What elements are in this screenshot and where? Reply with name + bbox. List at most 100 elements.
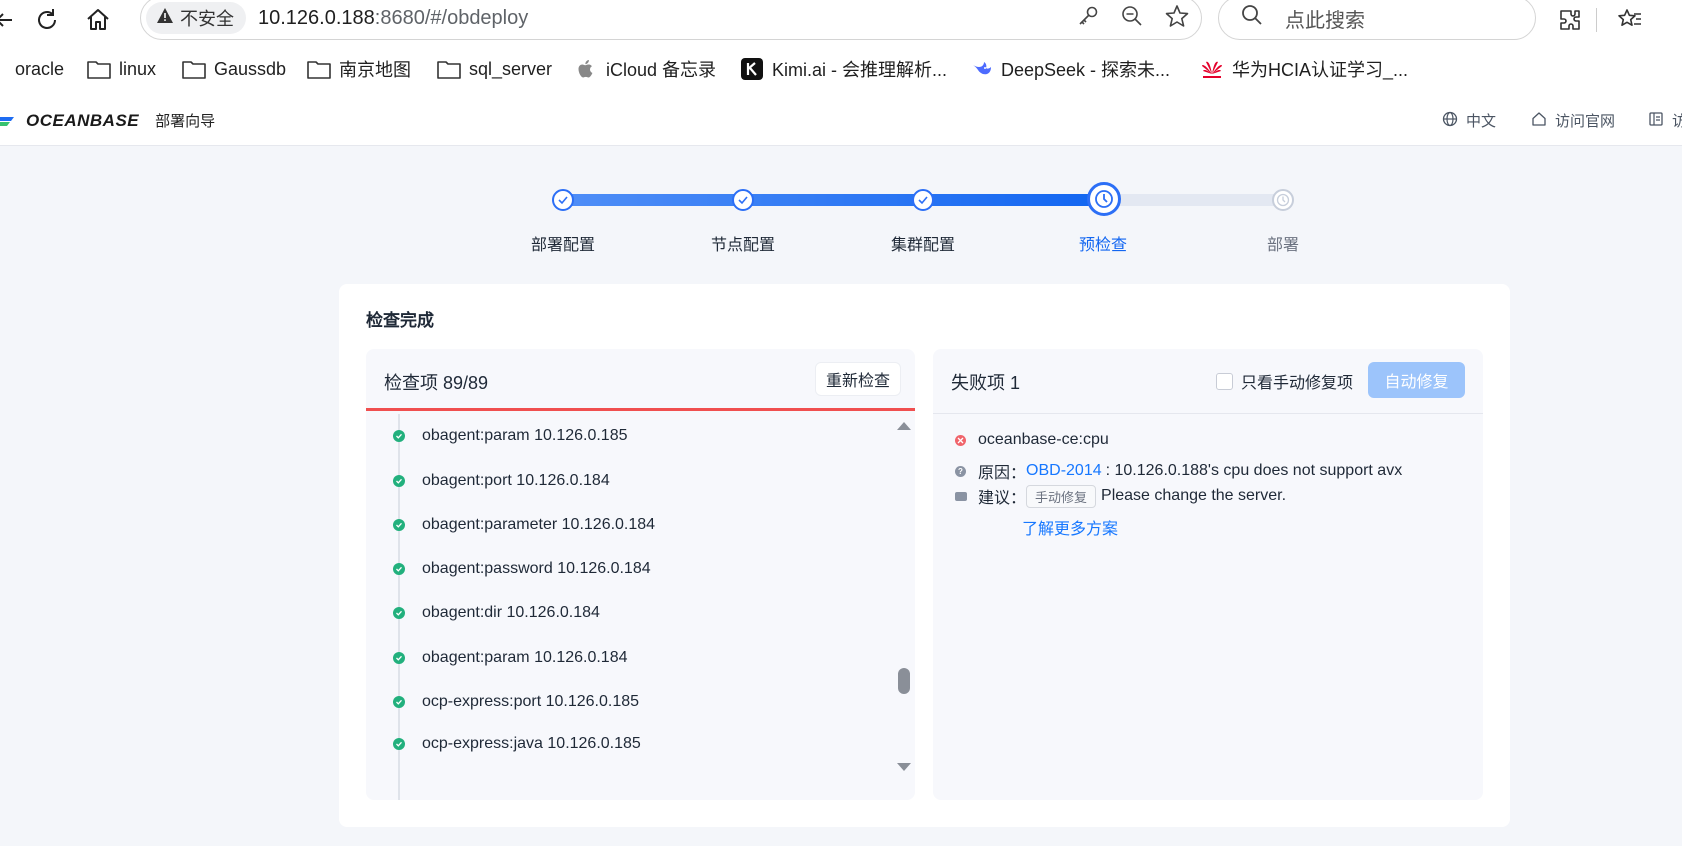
- app-subtitle: 部署向导: [155, 113, 216, 130]
- security-chip[interactable]: 不安全: [146, 2, 246, 34]
- bookmark-linux[interactable]: linux: [87, 52, 156, 86]
- address-bar[interactable]: 不安全 10.126.0.188:8680/#/obdeploy: [140, 0, 1202, 40]
- folder-icon: [87, 58, 111, 80]
- list-item: obagent:param 10.126.0.185: [366, 422, 866, 450]
- learn-more-row: 了解更多方案: [1022, 515, 1118, 539]
- manual-fix-tag: 手动修复: [1026, 484, 1097, 508]
- success-check-icon: [393, 519, 405, 531]
- reason-code-link[interactable]: OBD-2014: [1026, 462, 1102, 480]
- scroll-down-arrow-icon[interactable]: [897, 763, 911, 771]
- bookmark-deepseek[interactable]: DeepSeek - 探索未...: [969, 52, 1170, 86]
- failed-items-header: 失败项 1 只看手动修复项 自动修复: [933, 349, 1483, 414]
- search-icon: [1241, 4, 1263, 32]
- folder-icon: [437, 58, 461, 80]
- list-item: ocp-express:java 10.126.0.185: [366, 730, 866, 758]
- check-items-panel: 检查项 89/89 重新检查 obagent:param 10.126.0.18…: [366, 349, 915, 800]
- globe-icon: [1442, 111, 1458, 131]
- bookmark-label: linux: [119, 58, 157, 79]
- header-more-label: 访: [1672, 113, 1682, 130]
- search-input[interactable]: 点此搜索: [1218, 0, 1536, 40]
- favorites-icon[interactable]: [1612, 2, 1648, 38]
- manual-only-checkbox[interactable]: 只看手动修复项: [1216, 369, 1353, 393]
- precheck-card: 检查完成 检查项 89/89 重新检查 obagent:param 10.126…: [339, 284, 1510, 827]
- list-item: obagent:dir 10.126.0.184: [366, 599, 866, 627]
- list-item: obagent:parameter 10.126.0.184: [366, 511, 866, 539]
- star-icon[interactable]: [1165, 4, 1189, 33]
- learn-more-link[interactable]: 了解更多方案: [1022, 515, 1118, 539]
- home-icon: [1531, 111, 1547, 131]
- checkbox[interactable]: [1216, 372, 1233, 390]
- step-label-deploy: 部署: [1266, 237, 1299, 254]
- list-item: obagent:password 10.126.0.184: [366, 555, 866, 583]
- scrollbar[interactable]: [893, 414, 915, 800]
- suggest-label: 建议：: [978, 490, 1027, 507]
- app-logo[interactable]: OCEANBASE 部署向导: [0, 110, 215, 131]
- manual-only-label: 只看手动修复项: [1241, 375, 1354, 392]
- suggest-text: Please change the server.: [1101, 487, 1287, 504]
- bookmark-icloud[interactable]: iCloud 备忘录: [574, 52, 716, 86]
- check-items-list[interactable]: obagent:param 10.126.0.185 obagent:port …: [366, 414, 896, 800]
- success-check-icon: [393, 696, 405, 708]
- success-check-icon: [393, 563, 405, 575]
- bookmark-label: sql_server: [469, 58, 553, 79]
- language-label: 中文: [1466, 113, 1497, 130]
- home-icon[interactable]: [80, 2, 116, 38]
- check-item-text: obagent:dir 10.126.0.184: [422, 604, 600, 621]
- url-host: 10.126.0.188: [258, 6, 375, 29]
- language-switch[interactable]: 中文: [1442, 110, 1496, 131]
- failure-suggest-row: 建议： 手动修复 Please change the server.: [955, 484, 1286, 508]
- oceanbase-logo-icon: [0, 114, 20, 128]
- bookmark-gaussdb[interactable]: Gaussdb: [182, 52, 286, 86]
- zoom-out-icon[interactable]: [1121, 5, 1143, 32]
- success-check-icon: [393, 652, 405, 664]
- error-x-icon: [955, 434, 966, 446]
- app-header: OCEANBASE 部署向导 中文 访问官网 访: [0, 92, 1682, 146]
- url-path: :8680/#/obdeploy: [374, 6, 529, 29]
- list-item: obagent:param 10.126.0.184: [366, 644, 866, 672]
- check-items-title: 检查项 89/89: [384, 373, 489, 393]
- bookmark-label: Gaussdb: [214, 58, 287, 79]
- brand-name: OCEANBASE: [26, 110, 140, 130]
- recheck-button[interactable]: 重新检查: [814, 362, 901, 396]
- bookmark-huawei[interactable]: 华为HCIA认证学习_...: [1200, 52, 1408, 86]
- scroll-up-arrow-icon[interactable]: [897, 422, 911, 430]
- bookmark-nanjing-map[interactable]: 南京地图: [307, 52, 411, 86]
- header-more-link[interactable]: 访: [1648, 110, 1682, 131]
- document-icon: [1648, 111, 1664, 131]
- step-label-deploy-config: 部署配置: [530, 237, 595, 254]
- failure-reason-row: ? 原因： OBD-2014 : 10.126.0.188's cpu does…: [955, 459, 1402, 483]
- key-icon[interactable]: [1077, 5, 1099, 32]
- back-arrow-icon[interactable]: [0, 2, 22, 38]
- check-item-text: ocp-express:port 10.126.0.185: [422, 693, 640, 710]
- failure-name: oceanbase-ce:cpu: [978, 431, 1109, 448]
- failed-items-panel: 失败项 1 只看手动修复项 自动修复 oceanbase-ce:cpu ? 原因…: [933, 349, 1483, 800]
- step-label-precheck: 预检查: [1078, 237, 1127, 254]
- reason-text: : 10.126.0.188's cpu does not support av…: [1105, 462, 1403, 479]
- warning-icon: [156, 7, 174, 30]
- reason-label: 原因：: [978, 465, 1027, 482]
- extensions-icon[interactable]: [1552, 2, 1588, 38]
- scroll-thumb[interactable]: [898, 668, 910, 694]
- official-site-link[interactable]: 访问官网: [1531, 110, 1615, 131]
- auto-fix-button[interactable]: 自动修复: [1368, 362, 1465, 398]
- bookmarks-bar: oracle linux Gaussdb 南京地图 sql_server iCl…: [0, 52, 1682, 86]
- step-1-check-icon: [552, 189, 574, 211]
- url-text: 10.126.0.188:8680/#/obdeploy: [258, 7, 528, 30]
- list-item: obagent:port 10.126.0.184: [366, 467, 866, 495]
- bookmark-kimi[interactable]: Kimi.ai - 会推理解析...: [740, 52, 947, 86]
- list-item: ocp-express:port 10.126.0.185: [366, 688, 866, 716]
- step-5-clock-icon: [1272, 189, 1294, 211]
- success-check-icon: [393, 475, 405, 487]
- deepseek-icon: [969, 58, 993, 80]
- steps-progress: [563, 194, 1105, 206]
- bookmark-label: Kimi.ai - 会推理解析...: [772, 60, 948, 80]
- bookmark-sql-server[interactable]: sql_server: [437, 52, 552, 86]
- bookmark-oracle[interactable]: oracle: [15, 52, 64, 86]
- toolbar-divider: [1596, 8, 1597, 32]
- step-2-check-icon: [732, 189, 754, 211]
- check-item-text: obagent:param 10.126.0.185: [422, 427, 628, 444]
- success-check-icon: [393, 738, 405, 750]
- bookmark-label: 南京地图: [339, 60, 411, 80]
- reload-icon[interactable]: [29, 2, 65, 38]
- step-4-clock-icon: [1087, 182, 1121, 216]
